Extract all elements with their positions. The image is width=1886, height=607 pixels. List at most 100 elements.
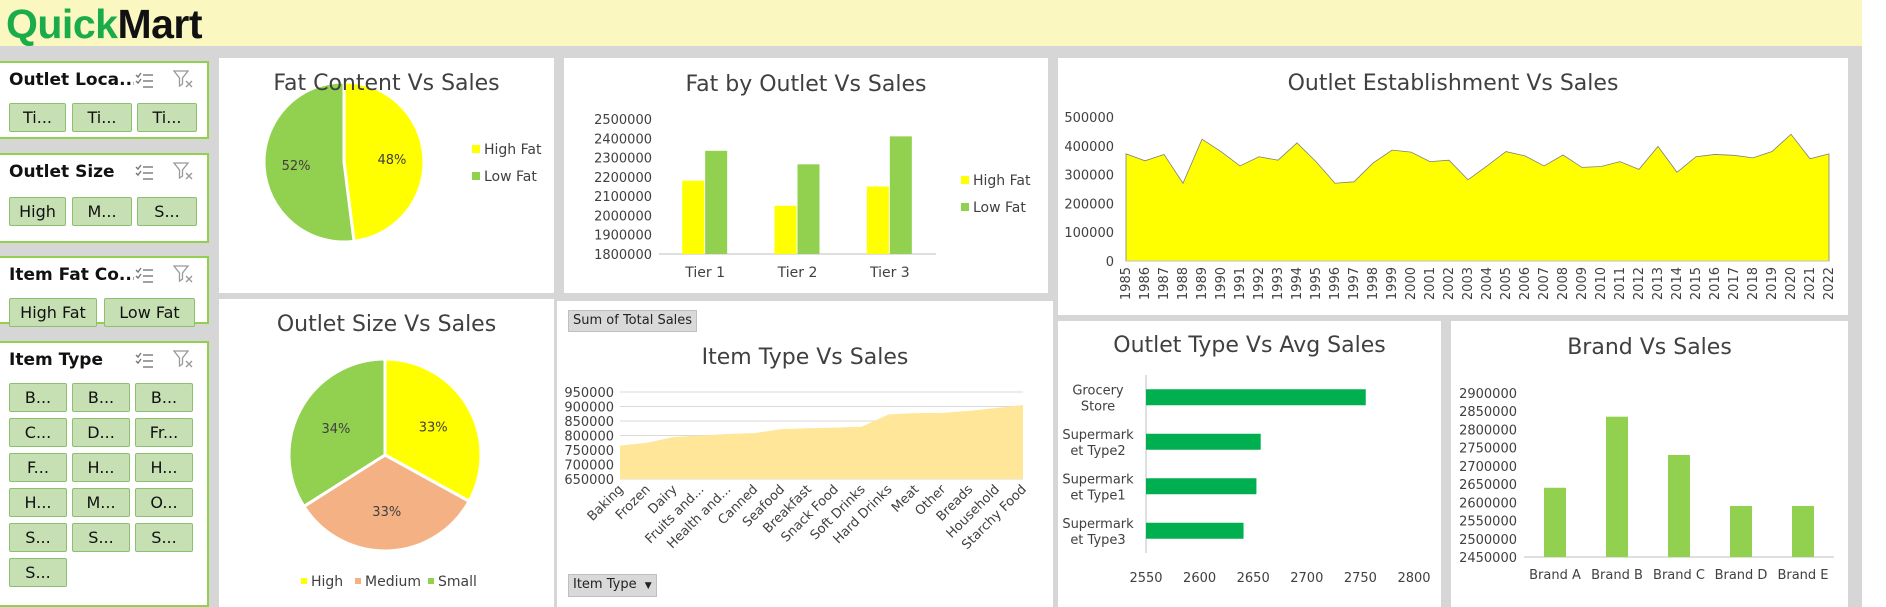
chart-title: Outlet Establishment Vs Sales: [1287, 71, 1619, 96]
slicer-item-button[interactable]: S...: [72, 523, 130, 552]
slicer-title: Item Type: [9, 350, 103, 370]
title-banner: QuickMart: [0, 0, 1862, 48]
slicer-item-button[interactable]: Fr...: [135, 418, 193, 447]
x-tick-label: 1999: [1385, 267, 1400, 300]
legend-label: High: [311, 574, 343, 590]
clear-filter-icon[interactable]: [172, 348, 194, 370]
slicer-item-button[interactable]: M...: [72, 197, 132, 226]
y-tick-label: 1800000: [594, 248, 652, 263]
chart-title: Item Type Vs Sales: [701, 345, 909, 370]
x-tick-label: 1987: [1157, 267, 1172, 300]
establishment-chart[interactable]: Outlet Establishment Vs Sales 0 100000 200…: [1058, 58, 1848, 315]
slicer-item-button[interactable]: S...: [9, 558, 67, 587]
axis-field-button[interactable]: Item Type ▼: [568, 574, 657, 597]
x-tick-label: 2021: [1803, 267, 1818, 300]
x-tick-label: 1994: [1290, 267, 1305, 300]
multi-select-icon[interactable]: [133, 350, 155, 370]
y-tick-label: 2400000: [594, 132, 652, 147]
clear-filter-icon[interactable]: [172, 68, 194, 90]
x-tick-label: 2020: [1784, 267, 1799, 300]
legend-label: High Fat: [973, 173, 1031, 189]
x-tick-label: 2004: [1480, 267, 1495, 300]
slicer-item-button[interactable]: Low Fat: [104, 298, 195, 327]
legend-label: Low Fat: [973, 200, 1026, 216]
x-tick-label: 1986: [1138, 267, 1153, 300]
bar: [1146, 522, 1244, 539]
legend-label: Small: [438, 574, 477, 590]
outlet-size-chart[interactable]: Outlet Size Vs Sales 33% 33% 34% High Medium…: [219, 299, 554, 607]
slicer-item-button[interactable]: S...: [137, 197, 197, 226]
slicer-item-button[interactable]: S...: [135, 523, 193, 552]
slicer-item-button[interactable]: M...: [72, 488, 130, 517]
legend-swatch: [355, 578, 361, 584]
value-field-button[interactable]: Sum of Total Sales: [568, 310, 698, 332]
outlet-type-chart[interactable]: Outlet Type Vs Avg Sales Grocery Store Sup…: [1058, 321, 1441, 607]
slicer-item-button[interactable]: Ti...: [72, 103, 132, 132]
slicer-item-button[interactable]: B...: [135, 383, 193, 412]
slicer-item-button[interactable]: D...: [72, 418, 130, 447]
y-tick-label: et Type3: [1070, 533, 1125, 548]
establishment-plot: 0 100000 200000 300000 400000 500000 1985 1986 1…: [1064, 111, 1837, 300]
chart-title: Fat Content Vs Sales: [273, 71, 500, 96]
x-tick-label: 1996: [1328, 267, 1343, 300]
x-tick-label: 2002: [1442, 267, 1457, 300]
slicer-item-button[interactable]: H...: [72, 453, 130, 482]
axis-field-label: Item Type: [573, 577, 637, 592]
slicer-item-button[interactable]: H...: [135, 453, 193, 482]
x-tick-label: 2018: [1746, 267, 1761, 300]
x-tick-label: 2009: [1575, 267, 1590, 300]
dropdown-arrow-icon[interactable]: ▼: [645, 581, 652, 591]
quickmart-logo: QuickMart: [6, 1, 203, 48]
x-tick-label: Brand B: [1591, 568, 1643, 583]
bar: [1730, 505, 1752, 557]
slicer-title: Outlet Loca...: [9, 70, 134, 90]
slicer-item-button[interactable]: Ti...: [137, 103, 197, 132]
x-tick-label: Brand E: [1777, 568, 1828, 583]
slicer-item-button[interactable]: Ti...: [9, 103, 66, 132]
y-tick-label: et Type2: [1070, 444, 1125, 459]
x-tick-label: Tier 3: [869, 265, 910, 281]
chart-title: Outlet Size Vs Sales: [276, 312, 497, 337]
bar: [866, 186, 889, 254]
x-tick-label: 2550: [1129, 571, 1162, 586]
x-tick-label: 2022: [1822, 267, 1837, 300]
slicer-item-button[interactable]: High: [9, 197, 66, 226]
y-tick-label: 900000: [564, 401, 614, 416]
x-tick-label: 1998: [1366, 267, 1381, 300]
y-tick-label: 2550000: [1459, 515, 1517, 530]
clear-filter-icon[interactable]: [172, 160, 194, 182]
brand-chart[interactable]: Brand Vs Sales 2450000 2500000 2550000 2600…: [1451, 321, 1848, 607]
x-tick-label: 2012: [1632, 267, 1647, 300]
bar: [1792, 505, 1814, 557]
multi-select-icon[interactable]: [133, 265, 155, 285]
bar: [797, 164, 820, 254]
y-tick-label: 400000: [1064, 140, 1114, 155]
y-tick-label: 2800000: [1459, 423, 1517, 438]
slicer-item-button[interactable]: F...: [9, 453, 67, 482]
multi-select-icon[interactable]: [133, 162, 155, 182]
y-tick-label: 2500000: [594, 113, 652, 128]
y-tick-label: Supermark: [1062, 517, 1134, 532]
slicer-item-button[interactable]: H...: [9, 488, 67, 517]
slicer-item-button[interactable]: B...: [72, 383, 130, 412]
clear-filter-icon[interactable]: [172, 263, 194, 285]
area-series: [620, 405, 1023, 479]
data-label: 48%: [377, 153, 406, 168]
x-tick-label: 2010: [1594, 267, 1609, 300]
y-tick-label: Store: [1081, 399, 1115, 414]
fat-outlet-chart[interactable]: Fat by Outlet Vs Sales 1800000 1900000 200…: [564, 58, 1048, 293]
y-tick-label: 2000000: [594, 209, 652, 224]
slicer-item-button[interactable]: O...: [135, 488, 193, 517]
item-type-chart[interactable]: Sum of Total Sales Item Type Vs Sales 65…: [557, 301, 1053, 607]
slicer-item-button[interactable]: High Fat: [9, 298, 97, 327]
y-tick-label: 650000: [564, 473, 614, 488]
x-tick-label: 2003: [1461, 267, 1476, 300]
x-tick-label: Tier 1: [684, 265, 725, 281]
fat-content-chart[interactable]: Fat Content Vs Sales 48% 52% High Fat Low F…: [219, 58, 554, 293]
slicer-item-button[interactable]: S...: [9, 523, 67, 552]
outlet-type-plot: GroceryStoreSupermarket Type2Supermarket…: [1062, 375, 1431, 586]
y-tick-label: 300000: [1064, 169, 1114, 184]
slicer-item-button[interactable]: C...: [9, 418, 67, 447]
multi-select-icon[interactable]: [133, 70, 155, 90]
slicer-item-button[interactable]: B...: [9, 383, 67, 412]
